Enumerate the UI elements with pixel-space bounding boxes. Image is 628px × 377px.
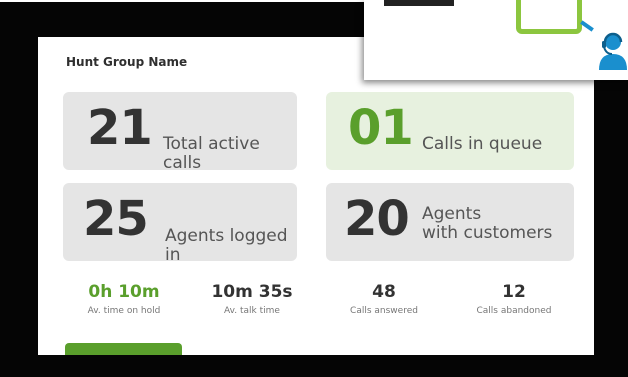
calls-abandoned-value: 12 [502,282,526,302]
agents-label-line2: with customers [422,222,553,243]
headset-agent-icon [599,32,627,70]
calls-abandoned-caption: Calls abandoned [476,306,552,316]
agents-logged-in-label: Agents logged in [165,226,288,265]
callout-dark-bar [384,0,454,6]
calls-in-queue-label: Calls in queue [422,134,543,154]
total-active-calls-value: 21 [87,100,153,156]
calls-answered-stat: 48 Calls answered [314,282,454,316]
avg-hold-time-stat: 0h 10m Av. time on hold [54,282,194,316]
callout-screen-frame [516,0,582,34]
illustration-callout [364,0,628,80]
action-button[interactable] [65,343,182,355]
callout-connector [580,20,594,32]
calls-answered-value: 48 [372,282,396,302]
agents-with-customers-tile: 20 Agents with customers [326,183,574,261]
total-active-calls-label: Total active calls [163,134,260,173]
agents-logged-in-value: 25 [83,191,149,247]
avg-talk-time-stat: 10m 35s Av. talk time [182,282,322,316]
avg-talk-time-value: 10m 35s [211,282,293,302]
avg-hold-time-value: 0h 10m [88,282,160,302]
agents-with-customers-value: 20 [344,191,410,247]
calls-abandoned-stat: 12 Calls abandoned [444,282,584,316]
agents-logged-in-tile: 25 Agents logged in [63,183,297,265]
agents-with-customers-label: Agents with customers [422,205,552,242]
avg-hold-time-caption: Av. time on hold [87,306,161,316]
avg-talk-time-caption: Av. talk time [224,306,280,316]
calls-in-queue-value: 01 [348,100,414,156]
hunt-group-dashboard: Hunt Group Name 21 Total active calls 01… [38,37,594,355]
calls-in-queue-tile: 01 Calls in queue [326,92,574,170]
hunt-group-title: Hunt Group Name [66,55,188,69]
total-active-calls-tile: 21 Total active calls [63,92,297,173]
agents-label-line1: Agents [422,204,482,224]
calls-answered-caption: Calls answered [350,306,418,316]
